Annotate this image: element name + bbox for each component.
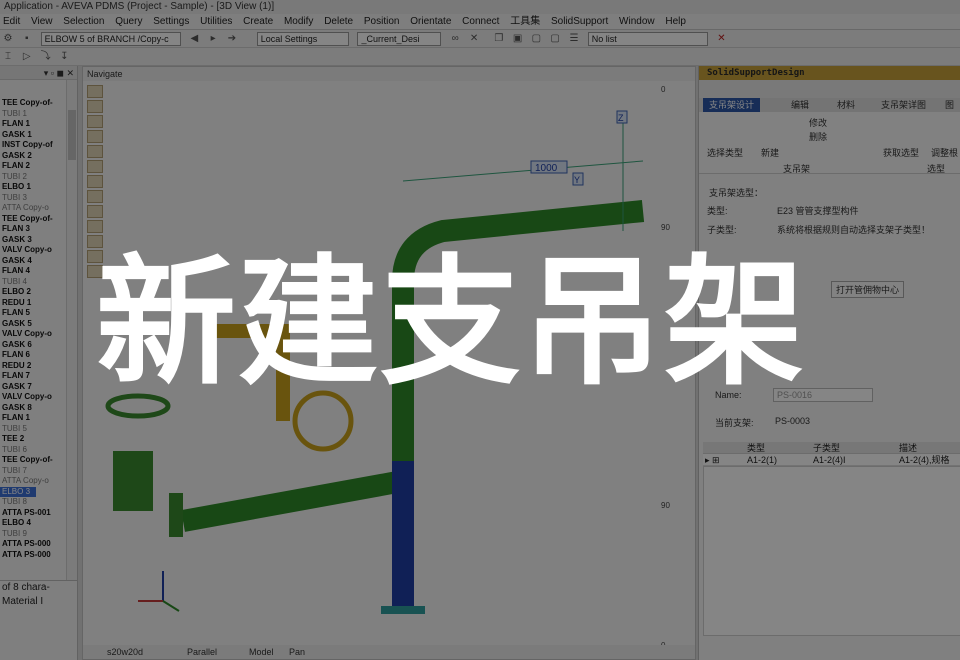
- headline-title: 新建支吊架: [96, 242, 807, 405]
